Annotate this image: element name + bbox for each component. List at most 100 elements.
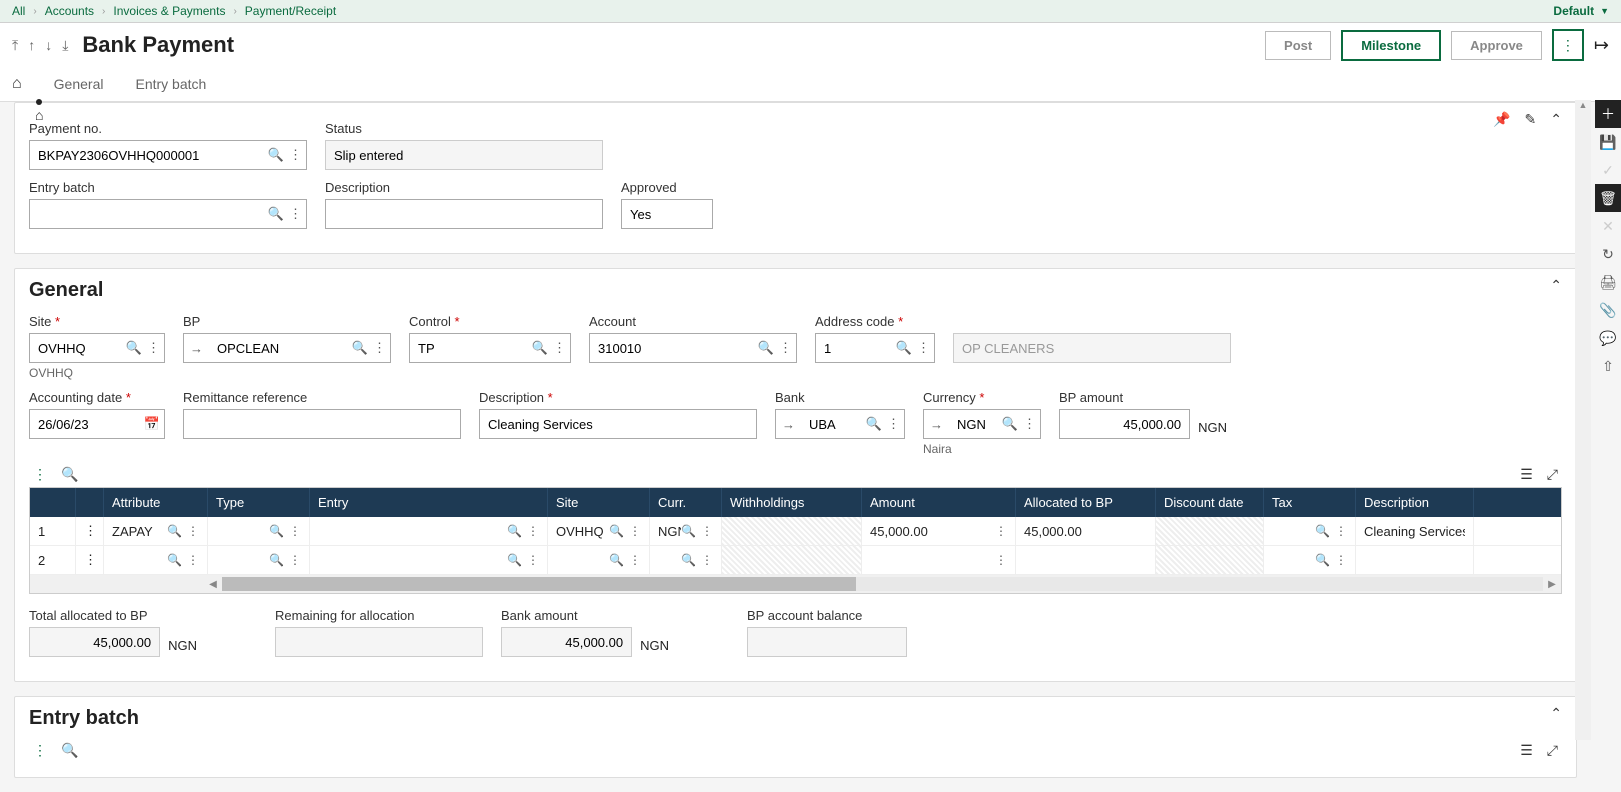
scroll-left-icon[interactable]: ◀ <box>204 579 222 590</box>
collapse-icon[interactable]: ⌃ <box>1550 277 1562 294</box>
pin-icon[interactable]: 📌 <box>1493 111 1510 128</box>
cell-amount[interactable]: 45,000.00⋮ <box>862 517 1016 545</box>
description2-input[interactable] <box>479 409 757 439</box>
scroll-thumb[interactable] <box>222 577 856 591</box>
link-arrow-icon[interactable]: → <box>776 417 801 432</box>
layers-icon[interactable]: ☰ <box>1520 742 1533 759</box>
menu-icon[interactable]: ⋮ <box>289 147 302 163</box>
breadcrumb-item-all[interactable]: All <box>12 4 25 18</box>
cell-allocated[interactable]: 45,000.00 <box>1016 517 1156 545</box>
approved-field[interactable] <box>621 199 713 229</box>
th-site[interactable]: Site <box>548 488 650 517</box>
cell-site[interactable]: 🔍⋮ <box>548 546 650 574</box>
menu-icon[interactable]: ⋮ <box>917 340 930 356</box>
site-input[interactable]: 🔍⋮ <box>29 333 165 363</box>
menu-icon[interactable]: ⋮ <box>701 553 713 567</box>
cell-curr[interactable]: 🔍⋮ <box>650 546 722 574</box>
search-icon[interactable]: 🔍 <box>507 524 522 538</box>
share-icon[interactable]: ⇧ <box>1595 352 1621 380</box>
prev-record-icon[interactable]: ↑ <box>28 37 35 54</box>
last-record-icon[interactable]: ⤓ <box>62 37 68 54</box>
exit-icon[interactable]: ↦ <box>1594 35 1609 56</box>
table-horizontal-scrollbar[interactable]: ◀ ▶ <box>30 575 1561 593</box>
menu-icon[interactable]: ⋮ <box>1335 524 1347 538</box>
search-icon[interactable]: 🔍 <box>1315 553 1330 567</box>
approve-button[interactable]: Approve <box>1451 31 1542 60</box>
cell-attribute[interactable]: 🔍⋮ <box>104 546 208 574</box>
collapse-icon[interactable]: ⌃ <box>1550 111 1562 128</box>
search-icon[interactable]: 🔍 <box>609 524 624 538</box>
menu-icon[interactable]: ⋮ <box>995 524 1007 538</box>
search-icon[interactable]: 🔍 <box>167 524 182 538</box>
calendar-icon[interactable]: 📅 <box>144 416 160 432</box>
delete-icon[interactable]: 🗑 <box>1595 184 1621 212</box>
account-input[interactable]: 🔍⋮ <box>589 333 797 363</box>
search-icon[interactable]: 🔍 <box>609 553 624 567</box>
menu-icon[interactable]: ⋮ <box>701 524 713 538</box>
search-icon[interactable]: 🔍 <box>1002 416 1018 432</box>
breadcrumb-item-accounts[interactable]: Accounts <box>45 4 94 18</box>
search-icon[interactable]: 🔍 <box>681 553 696 567</box>
cell-tax[interactable]: 🔍⋮ <box>1264 517 1356 545</box>
breadcrumb-item-payment[interactable]: Payment/Receipt <box>245 4 336 18</box>
search-icon[interactable]: 🔍 <box>507 553 522 567</box>
th-curr[interactable]: Curr. <box>650 488 722 517</box>
refresh-icon[interactable]: ↻ <box>1595 240 1621 268</box>
entry-batch-input[interactable]: 🔍⋮ <box>29 199 307 229</box>
search-icon[interactable]: 🔍 <box>268 147 284 163</box>
cell-allocated[interactable] <box>1016 546 1156 574</box>
search-icon[interactable]: 🔍 <box>269 553 284 567</box>
scroll-right-icon[interactable]: ▶ <box>1543 579 1561 590</box>
save-icon[interactable]: 💾 <box>1595 128 1621 156</box>
th-tax[interactable]: Tax <box>1264 488 1356 517</box>
cell-amount[interactable]: ⋮ <box>862 546 1016 574</box>
menu-icon[interactable]: ⋮ <box>527 553 539 567</box>
cell-attribute[interactable]: ZAPAY🔍⋮ <box>104 517 208 545</box>
th-withholdings[interactable]: Withholdings <box>722 488 862 517</box>
address-code-input[interactable]: 🔍⋮ <box>815 333 935 363</box>
menu-icon[interactable]: ⋮ <box>1335 553 1347 567</box>
search-icon[interactable]: 🔍 <box>758 340 774 356</box>
th-entry[interactable]: Entry <box>310 488 548 517</box>
menu-icon[interactable]: ⋮ <box>553 340 566 356</box>
expand-icon[interactable]: ⤢ <box>1547 742 1558 759</box>
menu-icon[interactable]: ⋮ <box>779 340 792 356</box>
search-icon[interactable]: 🔍 <box>269 524 284 538</box>
menu-icon[interactable]: ⋮ <box>289 524 301 538</box>
search-icon[interactable]: 🔍 <box>866 416 882 432</box>
edit-icon[interactable]: ✎ <box>1525 111 1537 128</box>
th-type[interactable]: Type <box>208 488 310 517</box>
menu-icon[interactable]: ⋮ <box>1023 416 1036 432</box>
search-icon[interactable]: 🔍 <box>896 340 912 356</box>
bank-input[interactable]: → 🔍⋮ <box>775 409 905 439</box>
menu-icon[interactable]: ⋮ <box>187 553 199 567</box>
more-actions-button[interactable]: ⋮ <box>1552 29 1584 61</box>
search-icon[interactable]: 🔍 <box>681 524 696 538</box>
vertical-scrollbar[interactable]: ▲ <box>1575 100 1591 740</box>
breadcrumb-item-invoices[interactable]: Invoices & Payments <box>113 4 225 18</box>
menu-icon[interactable]: ⋮ <box>147 340 160 356</box>
collapse-icon[interactable]: ⌃ <box>1550 705 1562 722</box>
th-discount-date[interactable]: Discount date <box>1156 488 1264 517</box>
menu-icon[interactable]: ⋮ <box>527 524 539 538</box>
remittance-input[interactable] <box>183 409 461 439</box>
cell-type[interactable]: 🔍⋮ <box>208 517 310 545</box>
link-arrow-icon[interactable]: → <box>184 341 209 356</box>
search-icon[interactable]: 🔍 <box>352 340 368 356</box>
th-amount[interactable]: Amount <box>862 488 1016 517</box>
bp-input[interactable]: → 🔍⋮ <box>183 333 391 363</box>
table-menu-icon[interactable]: ⋮ <box>33 742 47 759</box>
currency-input[interactable]: → 🔍⋮ <box>923 409 1041 439</box>
print-icon[interactable]: 🖨 <box>1595 268 1621 296</box>
payment-no-input[interactable]: 🔍⋮ <box>29 140 307 170</box>
search-icon[interactable]: 🔍 <box>1315 524 1330 538</box>
check-icon[interactable]: ✓ <box>1595 156 1621 184</box>
menu-icon[interactable]: ⋮ <box>289 206 302 222</box>
cell-description[interactable]: Cleaning Services <box>1356 517 1474 545</box>
tab-general[interactable]: General <box>54 68 104 100</box>
close-icon[interactable]: ✕ <box>1595 212 1621 240</box>
attachment-icon[interactable]: 📎 <box>1595 296 1621 324</box>
row-menu[interactable]: ⋮ <box>76 546 104 574</box>
cell-entry[interactable]: 🔍⋮ <box>310 517 548 545</box>
post-button[interactable]: Post <box>1265 31 1331 60</box>
